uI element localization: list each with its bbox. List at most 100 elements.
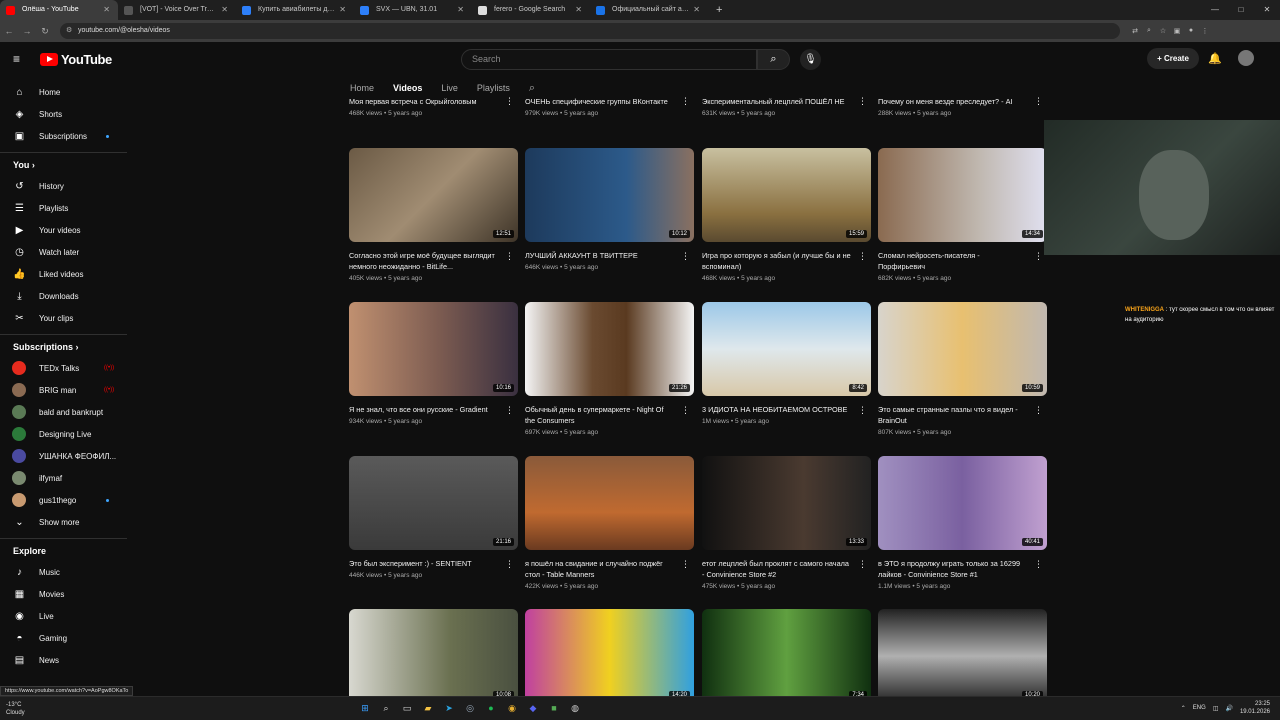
sidebar-item[interactable]: ♪ Music [0,561,127,583]
video-card[interactable]: 12:51 Согласно этой игре моё будущее выгл… [349,148,518,282]
sidebar-item[interactable]: ⌄ Show more [0,511,127,533]
tab-close-icon[interactable]: ✕ [575,0,582,20]
video-card[interactable]: 13:33 етот лецплей был проклят с самого н… [702,456,871,590]
video-thumbnail[interactable]: 14:20 [525,609,694,703]
minimize-icon[interactable]: — [1202,0,1228,20]
chrome-icon[interactable]: ◉ [503,700,521,717]
new-tab-button[interactable]: + [708,0,730,20]
notifications-bell-icon[interactable]: 🔔 [1208,52,1222,65]
steam-icon[interactable]: ◎ [461,700,479,717]
video-card[interactable]: 10:20 [878,609,1047,703]
video-options-icon[interactable]: ⋮ [505,96,514,107]
video-options-icon[interactable]: ⋮ [858,251,867,262]
video-thumbnail[interactable]: 21:26 [525,302,694,396]
sidebar-item[interactable]: ◈ Shorts [0,103,127,125]
sidebar-item[interactable]: ▦ Movies [0,583,127,605]
video-thumbnail[interactable]: 14:34 [878,148,1047,242]
video-title[interactable]: Почему он меня везде преследует? - AI Du… [878,96,1028,107]
video-options-icon[interactable]: ⋮ [681,96,690,107]
weather-widget[interactable]: -13°C Cloudy [6,701,25,717]
video-thumbnail[interactable]: 40:41 [878,456,1047,550]
zoom-icon[interactable]: ⌕ [1142,27,1156,35]
video-thumbnail[interactable]: 10:59 [878,302,1047,396]
tab-close-icon[interactable]: ✕ [693,0,700,20]
tab-close-icon[interactable]: ✕ [103,0,110,20]
sidebar-item[interactable]: ☰ Playlists [0,197,127,219]
video-card[interactable]: 10:16 Я не знал, что все они русские - Gr… [349,302,518,425]
video-options-icon[interactable]: ⋮ [1034,405,1043,416]
tab-close-icon[interactable]: ✕ [339,0,346,20]
video-thumbnail[interactable]: 10:16 [349,302,518,396]
windows-start-icon[interactable]: ⊞ [356,700,374,717]
forward-icon[interactable]: → [18,26,36,36]
video-thumbnail[interactable] [525,456,694,550]
microphone-icon[interactable]: 🎙 [800,49,821,70]
close-window-icon[interactable]: ✕ [1254,0,1280,20]
telegram-icon[interactable]: ➤ [440,700,458,717]
sidebar-heading-you[interactable]: You › [13,160,35,170]
video-card[interactable]: 10:12 ЛУЧШИЙ АККАУНТ В ТВИТТЕРЕ 646K views… [525,148,694,271]
video-card[interactable]: Почему он меня везде преследует? - AI Du… [878,96,1047,117]
tab-close-icon[interactable]: ✕ [457,0,464,20]
browser-tab[interactable]: Официальный сайт авиакомп✕ [590,0,708,20]
video-title[interactable]: ЛУЧШИЙ АККАУНТ В ТВИТТЕРЕ [525,250,675,261]
video-card[interactable]: 10:08 [349,609,518,703]
video-card[interactable]: 8:42 3 ИДИОТА НА НЕОБИТАЕМОМ ОСТРОВЕ 1M vi… [702,302,871,425]
video-thumbnail[interactable]: 8:42 [702,302,871,396]
tab-playlists[interactable]: Playlists [477,83,510,93]
browser-tab[interactable]: [VOT] - Voice Over Translation✕ [118,0,236,20]
video-thumbnail[interactable]: 21:16 [349,456,518,550]
video-options-icon[interactable]: ⋮ [858,405,867,416]
sidebar-item[interactable]: ⤓ Downloads [0,285,127,307]
sidebar-item[interactable]: ▶ Your videos [0,219,127,241]
channel-search-icon[interactable]: ⌕ [529,82,535,95]
video-options-icon[interactable]: ⋮ [858,96,867,107]
video-title[interactable]: етот лецплей был проклят с самого начала… [702,558,852,580]
video-card[interactable]: ОЧЕНЬ специфические группы ВКонтакте 979K… [525,96,694,117]
video-title[interactable]: ОЧЕНЬ специфические группы ВКонтакте [525,96,675,107]
search-input[interactable]: Search [461,49,757,70]
video-card[interactable]: 7:34 [702,609,871,703]
task-view-icon[interactable]: ▭ [398,700,416,717]
video-title[interactable]: Моя первая встреча с Окрыйголовым [349,96,499,107]
tab-close-icon[interactable]: ✕ [221,0,228,20]
sidebar-item[interactable]: ◉ Live [0,605,127,627]
sidebar-item[interactable]: ◓ Gaming [0,627,127,649]
sidebar-item[interactable]: 👍 Liked videos [0,263,127,285]
video-thumbnail[interactable]: 13:33 [702,456,871,550]
video-options-icon[interactable]: ⋮ [681,559,690,570]
video-options-icon[interactable]: ⋮ [1034,96,1043,107]
obs-icon[interactable]: ◍ [566,700,584,717]
create-button[interactable]: + Create [1147,48,1199,69]
video-options-icon[interactable]: ⋮ [1034,559,1043,570]
video-thumbnail[interactable]: 7:34 [702,609,871,703]
video-card[interactable]: 14:20 [525,609,694,703]
video-title[interactable]: 3 ИДИОТА НА НЕОБИТАЕМОМ ОСТРОВЕ [702,404,852,415]
subscription-item[interactable]: ilfymaf [0,467,127,489]
video-title[interactable]: Согласно этой игре моё будущее выглядит … [349,250,499,272]
clock[interactable]: 23:25 19.01.2026 [1240,700,1270,716]
subscription-item[interactable]: gus1thego [0,489,127,511]
subscription-item[interactable]: BRIG man ((•)) [0,379,127,401]
video-options-icon[interactable]: ⋮ [681,405,690,416]
video-options-icon[interactable]: ⋮ [505,559,514,570]
video-card[interactable]: 21:26 Обычный день в супермаркете - Night… [525,302,694,436]
sidebar-item[interactable]: ✂ Your clips [0,307,127,329]
browser-tab[interactable]: SVX — UBN, 31.01 ✕ [354,0,472,20]
video-options-icon[interactable]: ⋮ [858,559,867,570]
video-card[interactable]: 40:41 в ЭТО я продолжу играть только за 1… [878,456,1047,590]
volume-icon[interactable]: 🔊 [1225,705,1232,712]
search-icon[interactable]: ⌕ [757,49,790,70]
video-card[interactable]: 15:59 Игра про которую я забыл (и лучше б… [702,148,871,282]
video-title[interactable]: Сломал нейросеть-писателя - Порфирьевич [878,250,1028,272]
discord-icon[interactable]: ◆ [524,700,542,717]
profile-icon[interactable]: ● [1184,27,1198,35]
video-options-icon[interactable]: ⋮ [681,251,690,262]
tab-videos[interactable]: Videos [393,83,422,93]
sidebar-item[interactable]: ⌂ Home [0,81,127,103]
youtube-logo[interactable]: YouTube [40,52,112,67]
video-title[interactable]: Это самые странные пазлы что я видел - B… [878,404,1028,426]
video-title[interactable]: Обычный день в супермаркете - Night Of t… [525,404,675,426]
maximize-icon[interactable]: □ [1228,0,1254,20]
spotify-icon[interactable]: ● [482,700,500,717]
